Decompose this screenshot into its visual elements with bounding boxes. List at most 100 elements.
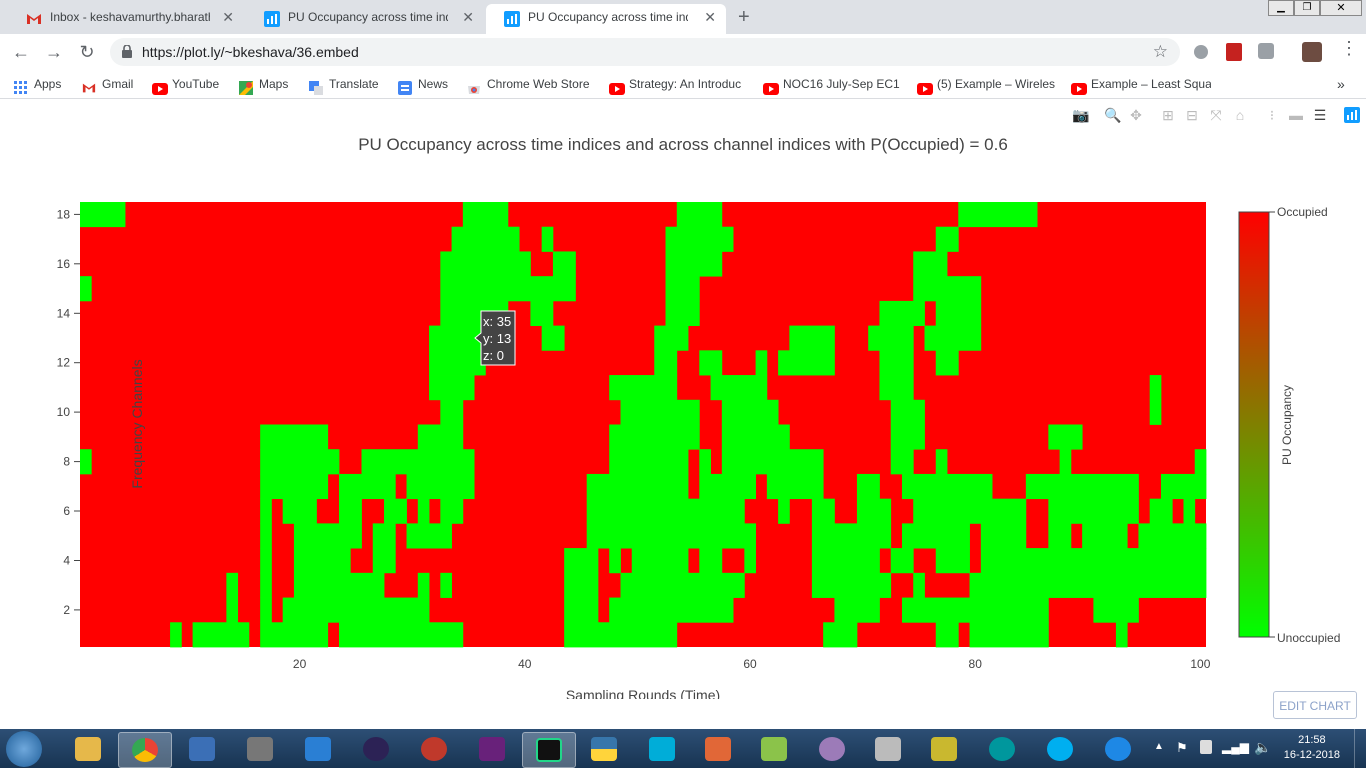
heatmap-cell-unoccupied bbox=[80, 276, 92, 302]
taskbar-app3[interactable] bbox=[1092, 732, 1144, 766]
extension-icon[interactable] bbox=[1194, 45, 1208, 59]
plotly-icon bbox=[264, 10, 280, 27]
bookmark-strategy[interactable]: Strategy: An Introduc bbox=[609, 70, 749, 98]
tray-show-hidden-icon[interactable]: ▲ bbox=[1154, 741, 1164, 752]
minimize-icon[interactable]: ▁ bbox=[1268, 0, 1294, 16]
extension-icon[interactable] bbox=[1258, 43, 1274, 59]
taskbar-python[interactable] bbox=[578, 732, 630, 766]
heatmap-cell-unoccupied bbox=[1059, 449, 1072, 475]
plotly-icon bbox=[504, 10, 520, 27]
browser-toolbar: ← → ↻ https://plot.ly/~bkeshava/36.embed… bbox=[0, 34, 1366, 70]
bookmarks-overflow-icon[interactable]: » bbox=[1337, 70, 1345, 98]
volume-icon[interactable]: 🔈 bbox=[1254, 739, 1271, 756]
tab-plotly-2[interactable]: PU Occupancy across time indice ✕ bbox=[486, 4, 726, 34]
heatmap-cell-unoccupied bbox=[935, 548, 970, 574]
webstore-icon bbox=[467, 77, 481, 94]
heatmap-cell-unoccupied bbox=[789, 325, 835, 351]
edit-chart-button[interactable]: EDIT CHART bbox=[1273, 691, 1357, 719]
taskbar-explorer[interactable] bbox=[62, 732, 114, 766]
taskbar-skype[interactable] bbox=[1034, 732, 1086, 766]
heatmap-cell-unoccupied bbox=[901, 473, 993, 500]
forward-icon[interactable]: → bbox=[42, 40, 66, 64]
apps-icon bbox=[14, 77, 28, 94]
bookmarks-bar: Apps Gmail YouTube Maps Translate News C… bbox=[0, 70, 1366, 99]
taskbar-app[interactable] bbox=[408, 732, 460, 766]
taskbar-matlab[interactable] bbox=[692, 732, 744, 766]
heatmap-cell-unoccupied bbox=[1183, 498, 1196, 524]
heatmap-chart[interactable]: 20 40 60 80 100 2 4 6 8 10 12 14 16 18 Sampling Roun… bbox=[0, 99, 1366, 699]
heatmap-cell-unoccupied bbox=[1048, 523, 1072, 549]
restore-icon[interactable]: ❐ bbox=[1294, 0, 1320, 16]
heatmap-cell-unoccupied bbox=[856, 498, 892, 524]
go-icon bbox=[649, 737, 675, 761]
start-button-icon[interactable] bbox=[6, 731, 42, 767]
address-bar[interactable]: https://plot.ly/~bkeshava/36.embed ☆ bbox=[110, 38, 1180, 66]
taskbar-visualstudio[interactable] bbox=[466, 732, 518, 766]
heatmap-cell-unoccupied bbox=[406, 523, 452, 549]
heatmap-cell-unoccupied bbox=[913, 498, 1027, 524]
avatar[interactable] bbox=[1302, 42, 1322, 62]
bookmark-star-icon[interactable]: ☆ bbox=[1153, 42, 1168, 62]
heatmap-cell-unoccupied bbox=[338, 473, 396, 500]
heatmap-cell-unoccupied bbox=[901, 523, 970, 549]
taskbar-charts[interactable] bbox=[748, 732, 800, 766]
taskbar-app2[interactable] bbox=[918, 732, 970, 766]
youtube-icon bbox=[1071, 77, 1087, 95]
heatmap-cell-unoccupied bbox=[260, 449, 340, 475]
close-icon[interactable]: ✕ bbox=[462, 4, 474, 30]
bookmark-gmail[interactable]: Gmail bbox=[82, 70, 133, 98]
heatmap-cell-unoccupied bbox=[969, 572, 1207, 598]
taskbar-chrome[interactable] bbox=[118, 732, 172, 768]
taskbar-shark[interactable] bbox=[292, 732, 344, 766]
heatmap-cell-unoccupied bbox=[980, 548, 1207, 574]
show-desktop-button[interactable] bbox=[1354, 729, 1366, 768]
taskbar-lock[interactable] bbox=[234, 732, 286, 766]
youtube-icon bbox=[609, 77, 625, 95]
heatmap-cell-unoccupied bbox=[890, 548, 914, 574]
clock[interactable]: 21:58 16-12-2018 bbox=[1284, 733, 1340, 763]
taskbar-eclipse[interactable] bbox=[350, 732, 402, 766]
hover-tooltip: x: 35 y: 13 z: 0 bbox=[474, 310, 516, 366]
heatmap-cell-unoccupied bbox=[282, 498, 317, 524]
flag-icon[interactable]: ⚑ bbox=[1176, 740, 1188, 756]
heatmap-cell-unoccupied bbox=[811, 523, 892, 549]
bookmark-noc16[interactable]: NOC16 July-Sep EC1 bbox=[763, 70, 903, 98]
heatmap-cell-unoccupied bbox=[609, 597, 734, 623]
back-icon[interactable]: ← bbox=[9, 40, 33, 64]
taskbar-github[interactable] bbox=[806, 732, 858, 766]
heatmap-cell-unoccupied bbox=[293, 523, 362, 549]
heatmap-cell-unoccupied bbox=[564, 622, 678, 648]
taskbar-network[interactable] bbox=[176, 732, 228, 766]
bookmark-webstore[interactable]: Chrome Web Store bbox=[467, 70, 590, 98]
close-icon[interactable]: ✕ bbox=[222, 4, 234, 30]
bookmark-youtube[interactable]: YouTube bbox=[152, 70, 219, 98]
lock-icon bbox=[122, 44, 132, 63]
heatmap-cell-unoccupied bbox=[980, 523, 1027, 549]
heatmap-cell-unoccupied bbox=[935, 449, 948, 475]
taskbar-database[interactable] bbox=[862, 732, 914, 766]
bookmark-news[interactable]: News bbox=[398, 70, 448, 98]
y-tick-label: 12 bbox=[57, 356, 71, 370]
taskbar-pycharm[interactable] bbox=[522, 732, 576, 768]
network-signal-icon[interactable]: ▂▄▆ bbox=[1222, 740, 1249, 754]
heatmap-cell-unoccupied bbox=[958, 202, 1038, 228]
bookmark-example-least-squares[interactable]: Example – Least Squa bbox=[1071, 70, 1211, 98]
window-close-icon[interactable]: ✕ bbox=[1320, 0, 1362, 16]
pdf-extension-icon[interactable] bbox=[1226, 43, 1242, 61]
taskbar-go[interactable] bbox=[636, 732, 688, 766]
device-icon[interactable] bbox=[1200, 740, 1212, 754]
windows-taskbar: ▲ ⚑ ▂▄▆ 🔈 21:58 16-12-2018 bbox=[0, 729, 1366, 768]
bookmark-example-wireless[interactable]: (5) Example – Wireles bbox=[917, 70, 1057, 98]
y-axis-label: Frequency Channels bbox=[129, 359, 145, 488]
tab-inbox[interactable]: Inbox - keshavamurthy.bharath@ ✕ bbox=[8, 4, 244, 34]
heatmap-cell-unoccupied bbox=[935, 300, 982, 327]
new-tab-icon[interactable]: + bbox=[738, 6, 750, 29]
tab-plotly-1[interactable]: PU Occupancy across time indice ✕ bbox=[246, 4, 484, 34]
close-icon[interactable]: ✕ bbox=[704, 4, 716, 30]
taskbar-arduino[interactable] bbox=[976, 732, 1028, 766]
bookmark-translate[interactable]: Translate bbox=[309, 70, 379, 98]
menu-icon[interactable]: ⋮ bbox=[1340, 39, 1358, 57]
bookmark-maps[interactable]: Maps bbox=[239, 70, 288, 98]
reload-icon[interactable]: ↻ bbox=[75, 40, 99, 64]
bookmark-apps[interactable]: Apps bbox=[14, 70, 61, 98]
